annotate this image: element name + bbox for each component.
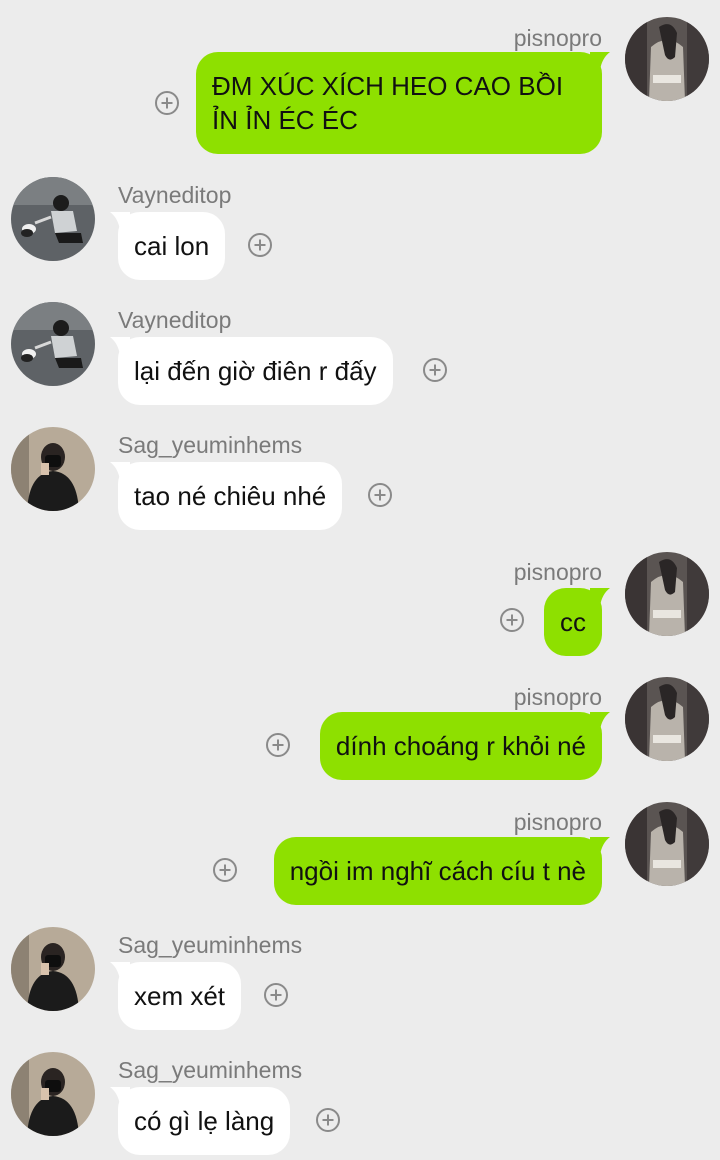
avatar[interactable] [625, 552, 709, 636]
message-text: cc [560, 607, 586, 637]
message-text: ĐM XÚC XÍCH HEO CAO BỒI ỈN ỈN ÉC ÉC [212, 71, 564, 135]
message-row-incoming: Vayneditop lại đến giờ điên r đấy [0, 295, 720, 410]
sender-name: pisnopro [513, 809, 602, 835]
message-text: xem xét [134, 981, 226, 1011]
message-bubble[interactable]: dính choáng r khỏi né [319, 712, 602, 780]
bubble-tail [590, 588, 610, 606]
sender-name: pisnopro [513, 25, 602, 51]
bubble-tail [590, 52, 610, 70]
circle-plus-icon[interactable] [315, 1107, 341, 1133]
message-text: có gì lẹ làng [134, 1106, 275, 1136]
message-row-outgoing: pisnopro dính choáng r khỏi né [0, 670, 720, 785]
bubble-tail [110, 462, 130, 480]
circle-plus-icon[interactable] [212, 857, 238, 883]
sender-name: Sag_yeuminhems [118, 932, 303, 958]
message-text: ngồi im nghĩ cách cíu t nè [289, 856, 586, 886]
message-row-outgoing: pisnopro cc [0, 545, 720, 660]
message-row-incoming: Sag_yeuminhems xem xét [0, 920, 720, 1035]
avatar[interactable] [11, 177, 95, 261]
message-bubble[interactable]: ngồi im nghĩ cách cíu t nè [273, 837, 602, 905]
message-text: dính choáng r khỏi né [335, 731, 586, 761]
avatar[interactable] [11, 1052, 95, 1136]
sender-name: Vayneditop [118, 307, 232, 333]
message-bubble[interactable]: có gì lẹ làng [118, 1087, 291, 1155]
message-text: tao né chiêu nhé [134, 481, 327, 511]
message-bubble[interactable]: lại đến giờ điên r đấy [118, 337, 393, 405]
avatar[interactable] [11, 927, 95, 1011]
circle-plus-icon[interactable] [367, 482, 393, 508]
avatar[interactable] [625, 17, 709, 101]
bubble-tail [110, 1087, 130, 1105]
bubble-tail [110, 962, 130, 980]
message-row-incoming: Vayneditop cai lon [0, 170, 720, 285]
message-text: cai lon [134, 231, 210, 261]
message-bubble[interactable]: xem xét [118, 962, 242, 1030]
circle-plus-icon[interactable] [265, 732, 291, 758]
avatar[interactable] [625, 677, 709, 761]
circle-plus-icon[interactable] [247, 232, 273, 258]
message-text: lại đến giờ điên r đấy [134, 356, 377, 386]
bubble-tail [590, 712, 610, 730]
sender-name: Sag_yeuminhems [118, 432, 303, 458]
sender-name: Sag_yeuminhems [118, 1057, 303, 1083]
message-bubble[interactable]: tao né chiêu nhé [118, 462, 343, 530]
bubble-tail [110, 337, 130, 355]
sender-name: pisnopro [513, 684, 602, 710]
sender-name: pisnopro [513, 559, 602, 585]
avatar[interactable] [11, 427, 95, 511]
message-row-incoming: Sag_yeuminhems có gì lẹ làng [0, 1045, 720, 1160]
message-bubble[interactable]: cc [544, 588, 602, 656]
avatar[interactable] [11, 302, 95, 386]
message-row-incoming: Sag_yeuminhems tao né chiêu nhé [0, 420, 720, 535]
message-bubble[interactable]: ĐM XÚC XÍCH HEO CAO BỒI ỈN ỈN ÉC ÉC [196, 52, 602, 154]
message-bubble[interactable]: cai lon [118, 212, 226, 280]
message-row-outgoing: pisnopro ĐM XÚC XÍCH HEO CAO BỒI ỈN ỈN É… [0, 0, 720, 160]
message-row-outgoing: pisnopro ngồi im nghĩ cách cíu t nè [0, 795, 720, 910]
bubble-tail [590, 837, 610, 855]
avatar[interactable] [625, 802, 709, 886]
bubble-tail [110, 212, 130, 230]
circle-plus-icon[interactable] [154, 90, 180, 116]
circle-plus-icon[interactable] [499, 607, 525, 633]
circle-plus-icon[interactable] [422, 357, 448, 383]
circle-plus-icon[interactable] [263, 982, 289, 1008]
sender-name: Vayneditop [118, 182, 232, 208]
